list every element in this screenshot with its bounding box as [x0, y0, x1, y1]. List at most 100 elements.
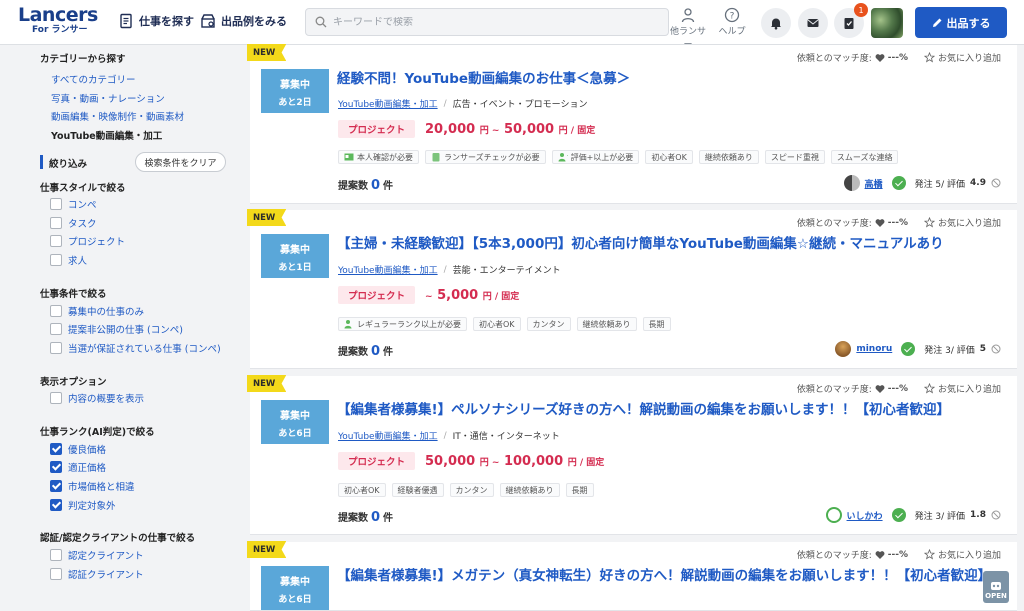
- filter-group-title: 表示オプション: [40, 377, 107, 388]
- client-name-link[interactable]: minoru: [856, 344, 892, 354]
- checkbox[interactable]: [50, 235, 62, 247]
- job-title-link[interactable]: 【編集者様募集!】ペルソナシリーズ好きの方へ！解説動画の編集をお願いします！！【…: [337, 401, 997, 420]
- checkbox-project[interactable]: プロジェクト: [50, 234, 125, 248]
- checkbox-checked[interactable]: [50, 480, 62, 492]
- industry: 広告・イベント・プロモーション: [452, 100, 588, 110]
- checkbox-verified-client[interactable]: 認証クライアント: [50, 567, 144, 581]
- proposal-count: 提案数 0 件: [338, 510, 394, 525]
- checkbox[interactable]: [50, 323, 62, 335]
- job-title-link[interactable]: 【編集者様募集!】メガテン（真女神転生）好きの方へ！解説動画の編集をお願いします…: [337, 567, 997, 586]
- job-category-line: YouTube動画編集・加工 / 広告・イベント・プロモーション: [338, 97, 588, 111]
- client-avatar[interactable]: [843, 175, 860, 191]
- bell-button[interactable]: [761, 8, 791, 38]
- checkbox-compe[interactable]: コンペ: [50, 197, 97, 211]
- client-name-link[interactable]: いしかわ: [847, 509, 883, 522]
- job-category-line: YouTube動画編集・加工 / 芸能・エンターテイメント: [338, 263, 561, 277]
- find-jobs-link[interactable]: 仕事を探す: [118, 13, 194, 29]
- price: ~ 5,000 円 / 固定: [425, 287, 520, 303]
- star-icon: [923, 52, 935, 63]
- checkbox-checked[interactable]: [50, 461, 62, 473]
- message-button[interactable]: [798, 8, 828, 38]
- tag: 継続依頼あり: [698, 150, 759, 164]
- checkbox-market-diff[interactable]: 市場価格と相違: [50, 479, 135, 493]
- checkbox-certified-client[interactable]: 認定クライアント: [50, 548, 144, 562]
- open-chat-button[interactable]: OPEN: [983, 571, 1009, 603]
- tag: ランサーズチェックが必要: [425, 150, 546, 164]
- price: 50,000 円 ~ 100,000 円 / 固定: [425, 453, 605, 469]
- filter-group-title: 認証/認定クライアントの仕事で絞る: [40, 533, 196, 544]
- checkbox[interactable]: [50, 568, 62, 580]
- checkbox-guaranteed[interactable]: 当選が保証されている仕事 (コンペ): [50, 341, 221, 355]
- tasks-button[interactable]: 1: [834, 3, 868, 38]
- favorite-button[interactable]: お気に入り追加: [923, 216, 1001, 229]
- price-line: プロジェクト ~ 5,000 円 / 固定: [338, 286, 519, 304]
- client-avatar[interactable]: [825, 507, 842, 523]
- checkbox-good-price[interactable]: 優良価格: [50, 442, 106, 456]
- tag: 初心者OK: [338, 483, 386, 497]
- checkbox[interactable]: [50, 305, 62, 317]
- checkbox-task[interactable]: タスク: [50, 216, 97, 230]
- search-box: [305, 8, 669, 36]
- job-title-link[interactable]: 経験不問！YouTube動画編集のお仕事＜急募＞: [337, 70, 997, 89]
- checkbox-checked[interactable]: [50, 443, 62, 455]
- top-header: Lancers For ランサー 仕事を探す 出品例をみる 他ランサー ? ヘル…: [0, 0, 1024, 50]
- checkbox[interactable]: [50, 217, 62, 229]
- checkbox-not-judged[interactable]: 判定対象外: [50, 498, 116, 512]
- checkbox[interactable]: [50, 392, 62, 404]
- client-avatar[interactable]: [835, 341, 852, 357]
- id-card-icon: [344, 153, 354, 161]
- match-score: 依頼とのマッチ度: ---%: [796, 52, 908, 65]
- category-link-video-editing[interactable]: 動画編集・映像制作・動画素材: [51, 109, 184, 123]
- new-badge: NEW: [247, 209, 287, 226]
- job-card[interactable]: NEW 依頼とのマッチ度: ---% お気に入り追加 募集中 あと6日 【編集者…: [247, 541, 1017, 611]
- favorite-button[interactable]: お気に入り追加: [923, 382, 1001, 395]
- block-icon[interactable]: [991, 178, 1001, 188]
- status-box: 募集中 あと6日: [261, 566, 329, 610]
- category-link-all[interactable]: すべてのカテゴリー: [51, 72, 135, 86]
- other-lancers-link[interactable]: 他ランサー: [666, 7, 710, 50]
- category-link[interactable]: YouTube動画編集・加工: [338, 263, 438, 276]
- examples-link[interactable]: 出品例をみる: [200, 13, 287, 29]
- job-title-link[interactable]: 【主婦・未経験歓迎】【5本3,000円】初心者向け簡単なYouTube動画編集☆…: [337, 235, 997, 254]
- proposal-count: 提案数 0 件: [338, 344, 394, 359]
- mail-icon: [807, 19, 819, 27]
- favorite-button[interactable]: お気に入り追加: [923, 51, 1001, 64]
- checkbox-private-proposals[interactable]: 提案非公開の仕事 (コンペ): [50, 322, 183, 336]
- new-badge: NEW: [247, 375, 287, 392]
- block-icon[interactable]: [991, 344, 1001, 354]
- category-link-photo-video[interactable]: 写真・動画・ナレーション: [51, 91, 165, 105]
- heart-icon: [875, 218, 885, 227]
- proposal-count: 提案数 0 件: [338, 178, 394, 193]
- checkbox[interactable]: [50, 342, 62, 354]
- status-box: 募集中 あと6日: [261, 400, 329, 444]
- checkbox[interactable]: [50, 198, 62, 210]
- checkbox-checked[interactable]: [50, 499, 62, 511]
- checkbox[interactable]: [50, 254, 62, 266]
- checkbox-job-offer[interactable]: 求人: [50, 253, 87, 267]
- checkbox-fair-price[interactable]: 適正価格: [50, 460, 106, 474]
- category-link[interactable]: YouTube動画編集・加工: [338, 429, 438, 442]
- tag: +評価+以上が必要: [551, 150, 640, 164]
- favorite-button[interactable]: お気に入り追加: [923, 548, 1001, 561]
- block-icon[interactable]: [991, 510, 1001, 520]
- checkbox-open-only[interactable]: 募集中の仕事のみ: [50, 304, 144, 318]
- project-badge: プロジェクト: [338, 120, 416, 138]
- job-card[interactable]: NEW 依頼とのマッチ度: ---% お気に入り追加 募集中 あと2日 経験不問…: [247, 44, 1017, 204]
- checkbox-show-summary[interactable]: 内容の概要を表示: [50, 391, 144, 405]
- user-avatar[interactable]: [871, 8, 903, 38]
- help-link[interactable]: ? ヘルプ: [710, 7, 754, 37]
- category-link[interactable]: YouTube動画編集・加工: [338, 97, 438, 110]
- job-card[interactable]: NEW 依頼とのマッチ度: ---% お気に入り追加 募集中 あと1日 【主婦・…: [247, 209, 1017, 369]
- tag: 長期: [565, 483, 594, 497]
- post-listing-button[interactable]: 出品する: [915, 7, 1007, 38]
- verified-icon: [901, 342, 916, 356]
- current-category: YouTube動画編集・加工: [51, 131, 163, 142]
- job-tags: 初心者OK 経験者優遇 カンタン 継続依頼あり 長期: [338, 483, 594, 497]
- client-name-link[interactable]: 高橋: [865, 177, 883, 190]
- checkbox[interactable]: [50, 549, 62, 561]
- clear-filters-button[interactable]: 検索条件をクリア: [135, 152, 226, 172]
- search-input[interactable]: [333, 16, 653, 28]
- tag: カンタン: [449, 483, 494, 497]
- job-card[interactable]: NEW 依頼とのマッチ度: ---% お気に入り追加 募集中 あと6日 【編集者…: [247, 375, 1017, 535]
- lancers-logo[interactable]: Lancers For ランサー: [18, 5, 110, 39]
